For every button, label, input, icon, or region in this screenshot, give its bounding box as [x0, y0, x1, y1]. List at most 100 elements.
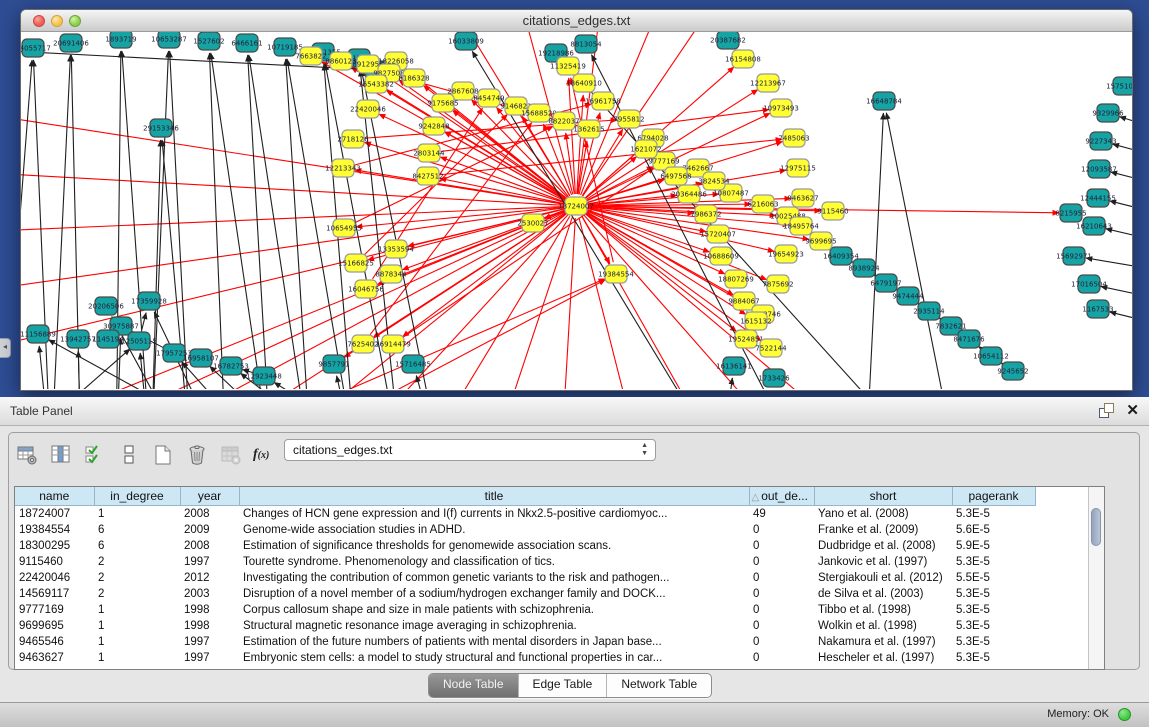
graph-node[interactable]: 8471676	[953, 330, 985, 348]
column-header[interactable]: title	[239, 487, 749, 506]
table-row[interactable]: 969969511998Structural magnetic resonanc…	[15, 618, 1089, 634]
graph-node[interactable]: 12093587	[1081, 160, 1117, 178]
graph-node[interactable]: 8215955	[1055, 204, 1086, 222]
graph-node[interactable]: 16154808	[725, 50, 761, 68]
graph-node[interactable]: 9329966	[1092, 104, 1124, 122]
graph-node[interactable]: 12213343	[325, 159, 361, 177]
table-row[interactable]: 2242004622012Investigating the contribut…	[15, 570, 1089, 586]
table-row[interactable]: 911546021997Tourette syndrome. Phenomeno…	[15, 554, 1089, 570]
graph-node[interactable]: 7522144	[755, 339, 787, 357]
graph-node[interactable]: 1621072	[630, 140, 661, 158]
graph-node[interactable]: 6466161	[231, 34, 262, 52]
graph-node[interactable]: 9699695	[805, 232, 836, 250]
graph-node[interactable]: 9474444	[892, 287, 924, 305]
column-header[interactable]: name	[15, 487, 94, 506]
graph-node[interactable]: 2718126	[337, 130, 369, 148]
graph-node[interactable]: 10653287	[151, 32, 187, 48]
close-panel-icon[interactable]: ✕	[1126, 403, 1139, 418]
graph-node[interactable]: 8878344	[375, 265, 407, 283]
graph-node[interactable]: 19654923	[768, 245, 804, 263]
graph-node[interactable]: 9245652	[997, 362, 1028, 380]
svg-text:8215955: 8215955	[1055, 210, 1086, 218]
table-row[interactable]: 946362711997Embryonic stem cells: a mode…	[15, 650, 1089, 666]
graph-node[interactable]: 20387682	[710, 32, 746, 49]
scrollbar-thumb[interactable]	[1091, 508, 1101, 546]
svg-text:19218986: 19218986	[538, 50, 574, 58]
graph-node[interactable]: 7875692	[762, 275, 793, 293]
graph-node[interactable]: 12444155	[1080, 189, 1116, 207]
svg-text:1733426: 1733426	[758, 375, 790, 383]
deselect-rows-icon[interactable]	[117, 443, 141, 467]
graph-node[interactable]: 8427512	[412, 167, 443, 185]
graph-node[interactable]: 9242848	[418, 117, 449, 135]
graph-node[interactable]: 7955812	[613, 110, 644, 128]
column-header[interactable]: short	[814, 487, 952, 506]
graph-node[interactable]: 6216063	[747, 195, 778, 213]
table-panel-header[interactable]: Table Panel ✕	[0, 397, 1149, 426]
graph-node[interactable]: 8813054	[570, 35, 602, 53]
float-panel-icon[interactable]	[1099, 403, 1114, 418]
graph-node[interactable]: 1893719	[105, 32, 136, 48]
graph-node[interactable]: 9175685	[427, 94, 458, 112]
function-builder-icon[interactable]: f(x)	[253, 447, 269, 463]
table-row[interactable]: 977716911998Corpus callosum shape and si…	[15, 602, 1089, 618]
graph-node[interactable]: 15692971	[1056, 247, 1092, 265]
graph-node[interactable]: 15166825	[338, 254, 374, 272]
graph-node[interactable]: 1615132	[740, 312, 771, 330]
table-settings-icon[interactable]	[15, 443, 39, 467]
graph-node[interactable]: 1527602	[193, 32, 224, 50]
graph-node[interactable]: 9857791	[318, 355, 349, 373]
graph-node[interactable]: 16648784	[866, 92, 902, 110]
table-scrollbar[interactable]	[1088, 487, 1104, 669]
graph-node[interactable]: 8186328	[398, 69, 429, 87]
graph-node[interactable]: 17359928	[131, 292, 167, 310]
column-header[interactable]: year	[180, 487, 239, 506]
network-window-titlebar[interactable]: citations_edges.txt	[21, 10, 1132, 32]
table-row[interactable]: 1830029562008Estimation of significance …	[15, 538, 1089, 554]
graph-node[interactable]: 1167533	[1082, 300, 1113, 318]
graph-node[interactable]: 1362615	[573, 120, 604, 138]
graph-node[interactable]: 18640910	[566, 74, 602, 92]
graph-node[interactable]: 1733426	[758, 369, 790, 387]
graph-node[interactable]: 2803144	[413, 144, 445, 162]
graph-node[interactable]: 2530027	[517, 214, 548, 232]
graph-node[interactable]: 6479197	[870, 274, 901, 292]
tab-node-table[interactable]: Node Table	[429, 674, 519, 697]
graph-node[interactable]: 13942757	[60, 330, 96, 348]
graph-node[interactable]: 20691406	[53, 34, 89, 52]
select-all-rows-icon[interactable]	[83, 443, 107, 467]
create-new-column-icon[interactable]	[151, 443, 175, 467]
network-canvas[interactable]: 1405571720691406 1893719 10653287 1527602 64…	[21, 32, 1132, 389]
graph-node[interactable]: 12213967	[750, 74, 786, 92]
graph-node[interactable]: 7663822	[295, 47, 326, 65]
tab-network-table[interactable]: Network Table	[607, 674, 711, 697]
column-header[interactable]: in_degree	[94, 487, 180, 506]
column-header[interactable]: pagerank	[952, 487, 1035, 506]
graph-node[interactable]: 10654112	[973, 347, 1009, 365]
graph-node[interactable]: 14055717	[21, 39, 51, 57]
graph-node[interactable]: 9227343	[1085, 132, 1116, 150]
graph-node[interactable]: 7986372	[690, 205, 721, 223]
graph-node[interactable]: 9115460	[817, 202, 848, 220]
select-columns-icon[interactable]	[49, 443, 73, 467]
table-row[interactable]: 1872400712008Changes of HCN gene express…	[15, 506, 1089, 523]
delete-column-icon[interactable]	[185, 443, 209, 467]
column-header[interactable]: △out_de...	[749, 487, 814, 506]
table-row[interactable]: 946554611997Estimation of the future num…	[15, 634, 1089, 650]
graph-node[interactable]: 7485063	[778, 129, 809, 147]
panel-collapse-handle[interactable]: ◂	[0, 338, 11, 358]
graph-node[interactable]: 17016504	[1071, 275, 1107, 293]
table-row[interactable]: 1938455462009Genome-wide association stu…	[15, 522, 1089, 538]
graph-node[interactable]: 12975115	[780, 159, 816, 177]
tab-edge-table[interactable]: Edge Table	[519, 674, 608, 697]
graph-node[interactable]: 7625402	[347, 335, 378, 353]
table-selector-dropdown[interactable]: citations_edges.txt ▲▼	[284, 439, 656, 461]
graph-node[interactable]: 15751074	[1106, 77, 1132, 95]
graph-node[interactable]: 9463627	[787, 189, 818, 207]
graph-node[interactable]: 6497568	[660, 167, 691, 185]
graph-node[interactable]: 20206506	[88, 297, 124, 315]
graph-node[interactable]: 2935114	[913, 302, 945, 320]
graph-node[interactable]: 16961758	[585, 92, 621, 110]
table-row[interactable]: 1456911722003Disruption of a novel membe…	[15, 586, 1089, 602]
graph-node[interactable]: 16914479	[375, 335, 411, 353]
